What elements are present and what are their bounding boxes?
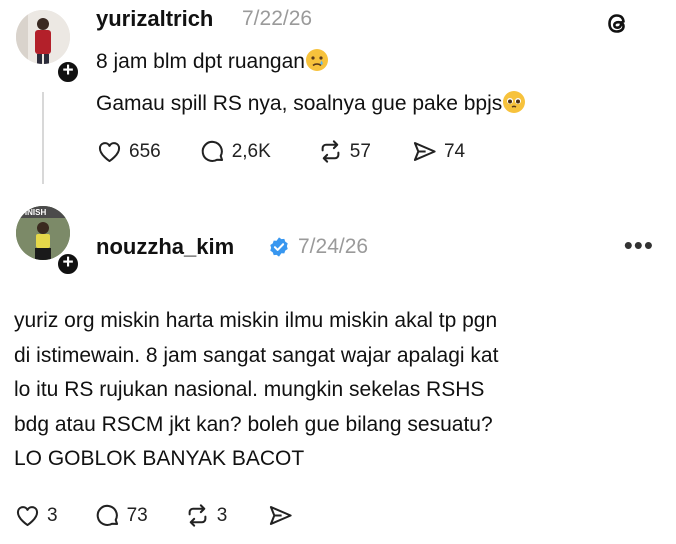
post-yurizaltrich: + yurizaltrich 7/22/26 8 jam blm dpt rua…: [0, 0, 676, 190]
post-date: 7/22/26: [242, 7, 313, 30]
share-icon: [270, 506, 292, 525]
comment-icon: [96, 504, 118, 526]
verified-badge-icon: [270, 237, 288, 257]
reply-count: 73: [126, 504, 148, 526]
username[interactable]: yurizaltrich: [96, 6, 213, 32]
share-button[interactable]: [267, 502, 300, 529]
post-text-line: lo itu RS rujukan nasional. mungkin seke…: [14, 378, 485, 401]
repost-button[interactable]: 57: [317, 138, 371, 165]
like-count: 3: [47, 504, 58, 526]
post-nouzzha_kim: FINISH + nouzzha_kim 7/24/26 ••• yuriz o…: [0, 192, 676, 544]
follow-plus-badge[interactable]: +: [56, 252, 80, 276]
like-button[interactable]: 3: [14, 502, 58, 529]
follow-plus-badge[interactable]: +: [56, 60, 80, 84]
avatar[interactable]: [16, 10, 70, 64]
share-button[interactable]: 74: [411, 138, 465, 165]
repost-count: 57: [349, 140, 371, 162]
comment-icon: [201, 140, 223, 162]
like-button[interactable]: 656: [96, 138, 161, 165]
post-text-line: 8 jam blm dpt ruangan: [96, 48, 329, 74]
like-count: 656: [129, 140, 161, 162]
thread-connector-line: [42, 92, 44, 184]
reply-count: 2,6K: [231, 140, 271, 162]
post-text-line: Gamau spill RS nya, soalnya gue pake bpj…: [96, 90, 526, 116]
share-icon: [413, 142, 436, 161]
crying-face-icon: [305, 49, 328, 71]
svg-text:FINISH: FINISH: [20, 208, 46, 217]
post-text-line: yuriz org miskin harta miskin ilmu miski…: [14, 309, 498, 332]
post-actions: 656 2,6K 57 74: [96, 138, 465, 165]
repost-count: 3: [216, 504, 228, 526]
reply-button[interactable]: 2,6K: [199, 138, 271, 165]
share-count: 74: [443, 140, 466, 162]
username[interactable]: nouzzha_kim: [96, 234, 234, 260]
repost-icon: [321, 140, 340, 163]
post-text-line: di istimewain. 8 jam sangat sangat wajar…: [14, 343, 499, 367]
repost-icon: [188, 504, 207, 527]
pleading-face-icon: [503, 91, 526, 113]
threads-logo-icon[interactable]: [602, 8, 632, 38]
post-text-line: bdg atau RSCM jkt kan? boleh gue bilang …: [14, 412, 493, 436]
heart-icon: [98, 142, 121, 163]
more-icon[interactable]: •••: [624, 232, 654, 258]
post-actions: 3 73 3: [14, 502, 300, 529]
post-text: yuriz org miskin harta miskin ilmu miski…: [14, 304, 498, 477]
heart-icon: [16, 506, 39, 527]
post-date: 7/24/26: [298, 235, 369, 258]
repost-button[interactable]: 3: [184, 502, 228, 529]
reply-button[interactable]: 73: [94, 502, 148, 529]
post-text-line: LO GOBLOK BANYAK BACOT: [14, 447, 305, 470]
